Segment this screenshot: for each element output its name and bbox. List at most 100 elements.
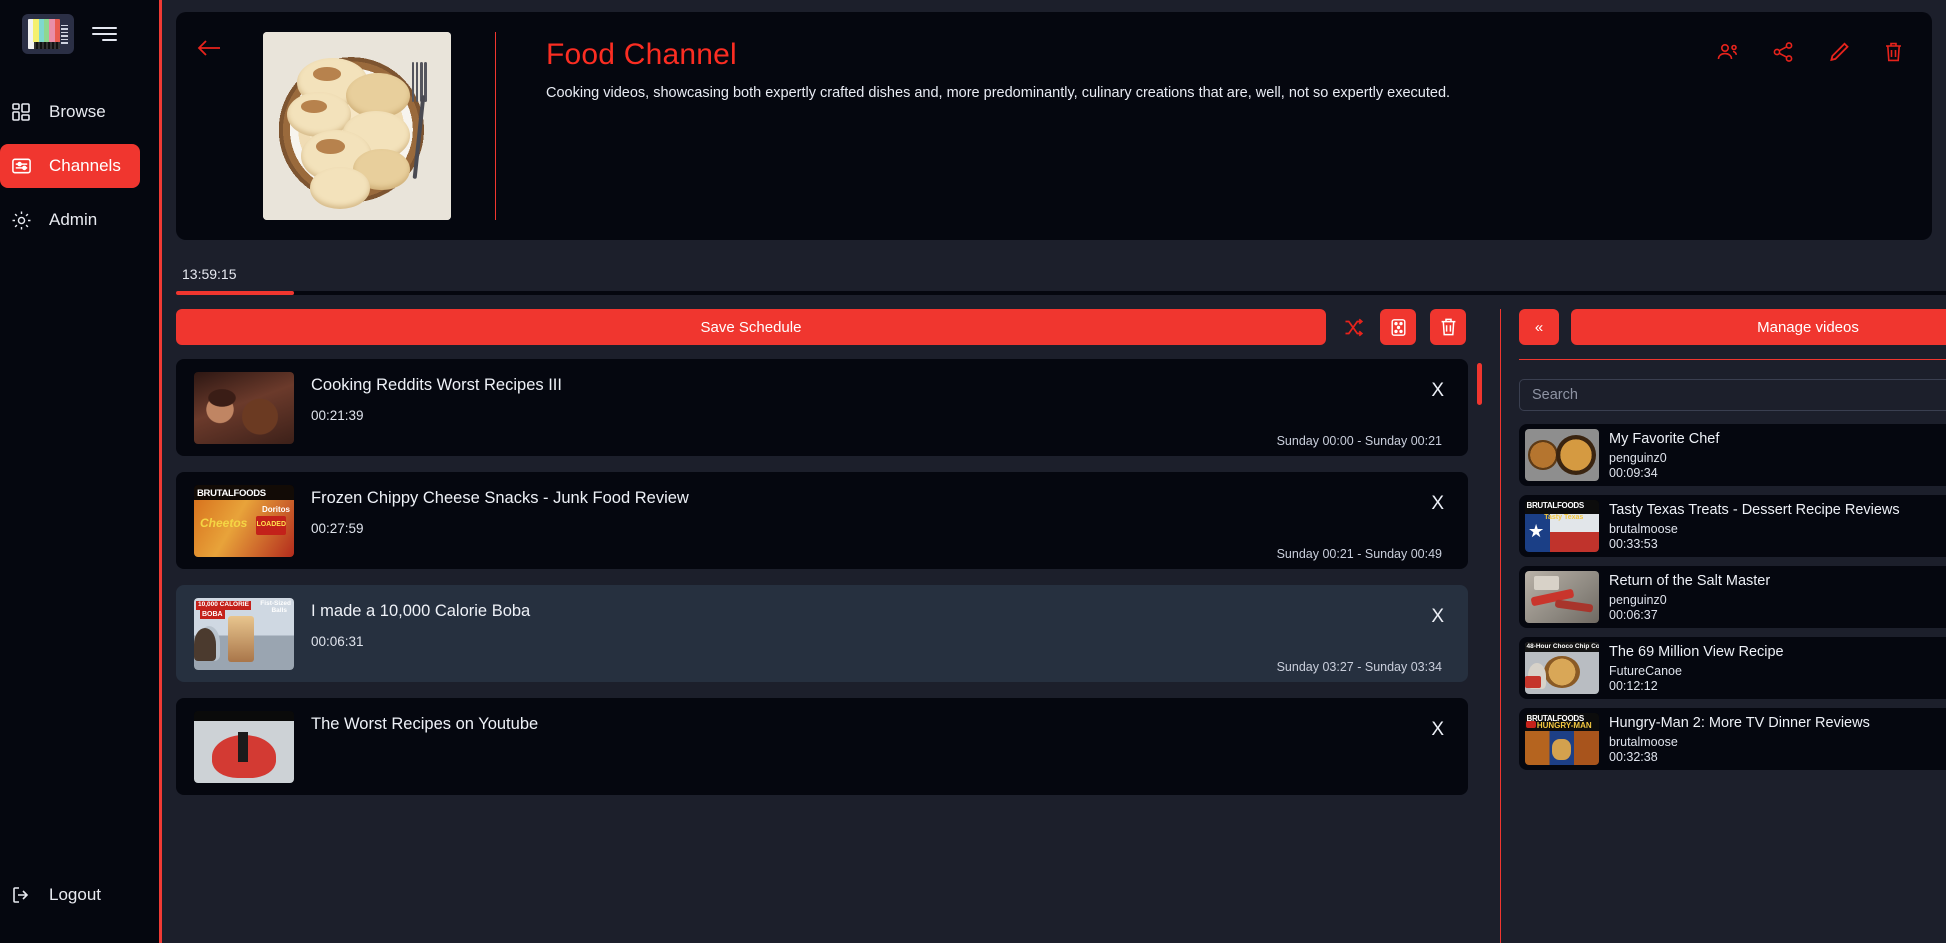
sidebar-item-label: Channels [49,156,121,175]
video-title: Hungry-Man 2: More TV Dinner Reviews [1609,714,1870,731]
delete-trash-icon[interactable] [1880,39,1906,65]
gear-icon [10,209,32,231]
remove-from-schedule-icon[interactable]: X [1431,720,1444,739]
video-duration: 00:09:34 [1609,465,1658,480]
channel-thumbnail [263,32,451,220]
grid-icon [10,101,32,123]
video-duration: 00:32:38 [1609,749,1658,764]
schedule-scrollbar[interactable] [1477,363,1482,405]
video-duration: 00:06:37 [1609,607,1658,622]
logout-icon [10,884,32,906]
sidebar-item-browse[interactable]: Browse [0,90,140,134]
edit-pencil-icon[interactable] [1825,39,1851,65]
video-thumbnail: BRUTALFOODS Tasty Texas [1525,500,1599,552]
sidebar-nav: Browse Channels Admin [0,90,159,242]
video-channel: brutalmoose [1609,521,1678,536]
sidebar-item-label: Browse [49,102,106,121]
library-divider [1519,359,1946,360]
video-title: My Favorite Chef [1609,430,1720,447]
video-thumbnail: BRUTALFOODS HUNGRY-MAN [1525,713,1599,765]
content-area: Save Schedule Cooking Reddits Worst Reci… [162,309,1946,943]
list-item[interactable]: 48-Hour Choco Chip Cookie The 69 Million… [1519,637,1946,699]
video-list[interactable]: My Favorite Chef penguinz0 00:09:34 BRUT… [1519,424,1946,943]
manage-videos-button[interactable]: Manage videos [1571,309,1946,345]
schedule-card-title: I made a 10,000 Calorie Boba [311,601,531,620]
app-root: Browse Channels Admin Logout Food Channe… [0,0,1946,943]
collapse-panel-button[interactable]: « [1519,309,1559,345]
sidebar-item-label: Admin [49,210,98,229]
video-title: Return of the Salt Master [1609,572,1771,589]
video-duration: 00:12:12 [1609,678,1658,693]
sidebar-item-channels[interactable]: Channels [0,144,140,188]
channel-header: Food Channel Cooking videos, showcasing … [176,12,1932,240]
timeline-progress [176,291,295,295]
schedule-card[interactable]: Cooking Reddits Worst Recipes III 00:21:… [176,359,1468,456]
schedule-column: Save Schedule Cooking Reddits Worst Reci… [162,309,1482,943]
video-channel: brutalmoose [1609,734,1678,749]
schedule-card[interactable]: BRUTALFOODS Cheetos Doritos LOADED Froze… [176,472,1468,569]
schedule-list[interactable]: Cooking Reddits Worst Recipes III 00:21:… [176,359,1482,939]
schedule-card-timerange: Sunday 00:00 - Sunday 00:21 [1276,433,1442,448]
remove-from-schedule-icon[interactable]: X [1431,381,1444,400]
video-thumbnail [194,371,294,444]
library-search-row: Scheduled [1519,374,1946,411]
sidebar: Browse Channels Admin Logout [0,0,162,943]
sliders-icon [10,155,32,177]
library-toolbar: « Manage videos [1519,309,1946,345]
save-schedule-button[interactable]: Save Schedule [176,309,1326,345]
video-title: The 69 Million View Recipe [1609,643,1784,660]
list-item[interactable]: My Favorite Chef penguinz0 00:09:34 [1519,424,1946,486]
sidebar-item-admin[interactable]: Admin [0,198,140,242]
schedule-card[interactable]: The Worst Recipes on Youtube X [176,698,1468,795]
schedule-card-body: The Worst Recipes on Youtube [311,711,1468,783]
video-channel: penguinz0 [1609,592,1667,607]
list-item-body: Tasty Texas Treats - Dessert Recipe Revi… [1609,502,1900,551]
sidebar-item-label: Logout [49,885,101,904]
remove-from-schedule-icon[interactable]: X [1431,607,1444,626]
schedule-card-duration: 00:06:31 [311,633,364,649]
video-thumbnail: BRUTALFOODS Cheetos Doritos LOADED [194,484,294,557]
channel-actions [1715,39,1906,65]
video-thumbnail: 48-Hour Choco Chip Cookie [1525,642,1599,694]
schedule-card[interactable]: 10,000 CALORIE BOBA Fist-Sized Balls I m… [176,585,1468,682]
schedule-card-duration: 00:21:39 [311,407,364,423]
schedule-card-timerange: Sunday 03:27 - Sunday 03:34 [1276,659,1442,674]
timeline-track[interactable] [176,291,1946,295]
timeline[interactable]: 13:59:15 [176,266,1946,295]
schedule-card-body: Frozen Chippy Cheese Snacks - Junk Food … [311,485,1468,561]
schedule-card-body: I made a 10,000 Calorie Boba 00:06:31 Su… [311,598,1468,674]
manage-users-icon[interactable] [1715,39,1741,65]
sidebar-header [0,0,159,54]
channel-info: Food Channel Cooking videos, showcasing … [496,12,1450,103]
list-item-body: Hungry-Man 2: More TV Dinner Reviews bru… [1609,715,1870,764]
video-channel: FutureCanoe [1609,663,1682,678]
clear-schedule-button[interactable] [1430,309,1466,345]
video-thumbnail [1525,429,1599,481]
randomize-dice-button[interactable] [1380,309,1416,345]
list-item[interactable]: BRUTALFOODS HUNGRY-MAN Hungry-Man 2: Mor… [1519,708,1946,770]
list-item-body: My Favorite Chef penguinz0 00:09:34 [1609,431,1719,480]
sidebar-item-logout[interactable]: Logout [0,873,140,917]
video-thumbnail [1525,571,1599,623]
page-title: Food Channel [546,38,737,71]
back-arrow-icon[interactable] [196,38,222,63]
channel-description: Cooking videos, showcasing both expertly… [546,85,1451,101]
tv-test-pattern-logo[interactable] [22,14,74,54]
main-content: Food Channel Cooking videos, showcasing … [162,0,1946,943]
schedule-card-title: The Worst Recipes on Youtube [311,714,539,733]
hamburger-menu-icon[interactable] [92,27,117,41]
schedule-card-duration: 00:27:59 [311,520,364,536]
timeline-current-time: 13:59:15 [182,266,237,282]
schedule-card-body: Cooking Reddits Worst Recipes III 00:21:… [311,372,1468,448]
search-input[interactable] [1519,379,1946,411]
video-duration: 00:33:53 [1609,536,1658,551]
video-title: Tasty Texas Treats - Dessert Recipe Revi… [1609,501,1900,518]
schedule-card-timerange: Sunday 00:21 - Sunday 00:49 [1276,546,1442,561]
list-item[interactable]: Return of the Salt Master penguinz0 00:0… [1519,566,1946,628]
schedule-toolbar: Save Schedule [176,309,1482,345]
share-icon[interactable] [1770,39,1796,65]
video-library-panel: « Manage videos Scheduled [1501,309,1946,943]
shuffle-icon[interactable] [1340,312,1366,342]
list-item[interactable]: BRUTALFOODS Tasty Texas Tasty Texas Trea… [1519,495,1946,557]
remove-from-schedule-icon[interactable]: X [1431,494,1444,513]
